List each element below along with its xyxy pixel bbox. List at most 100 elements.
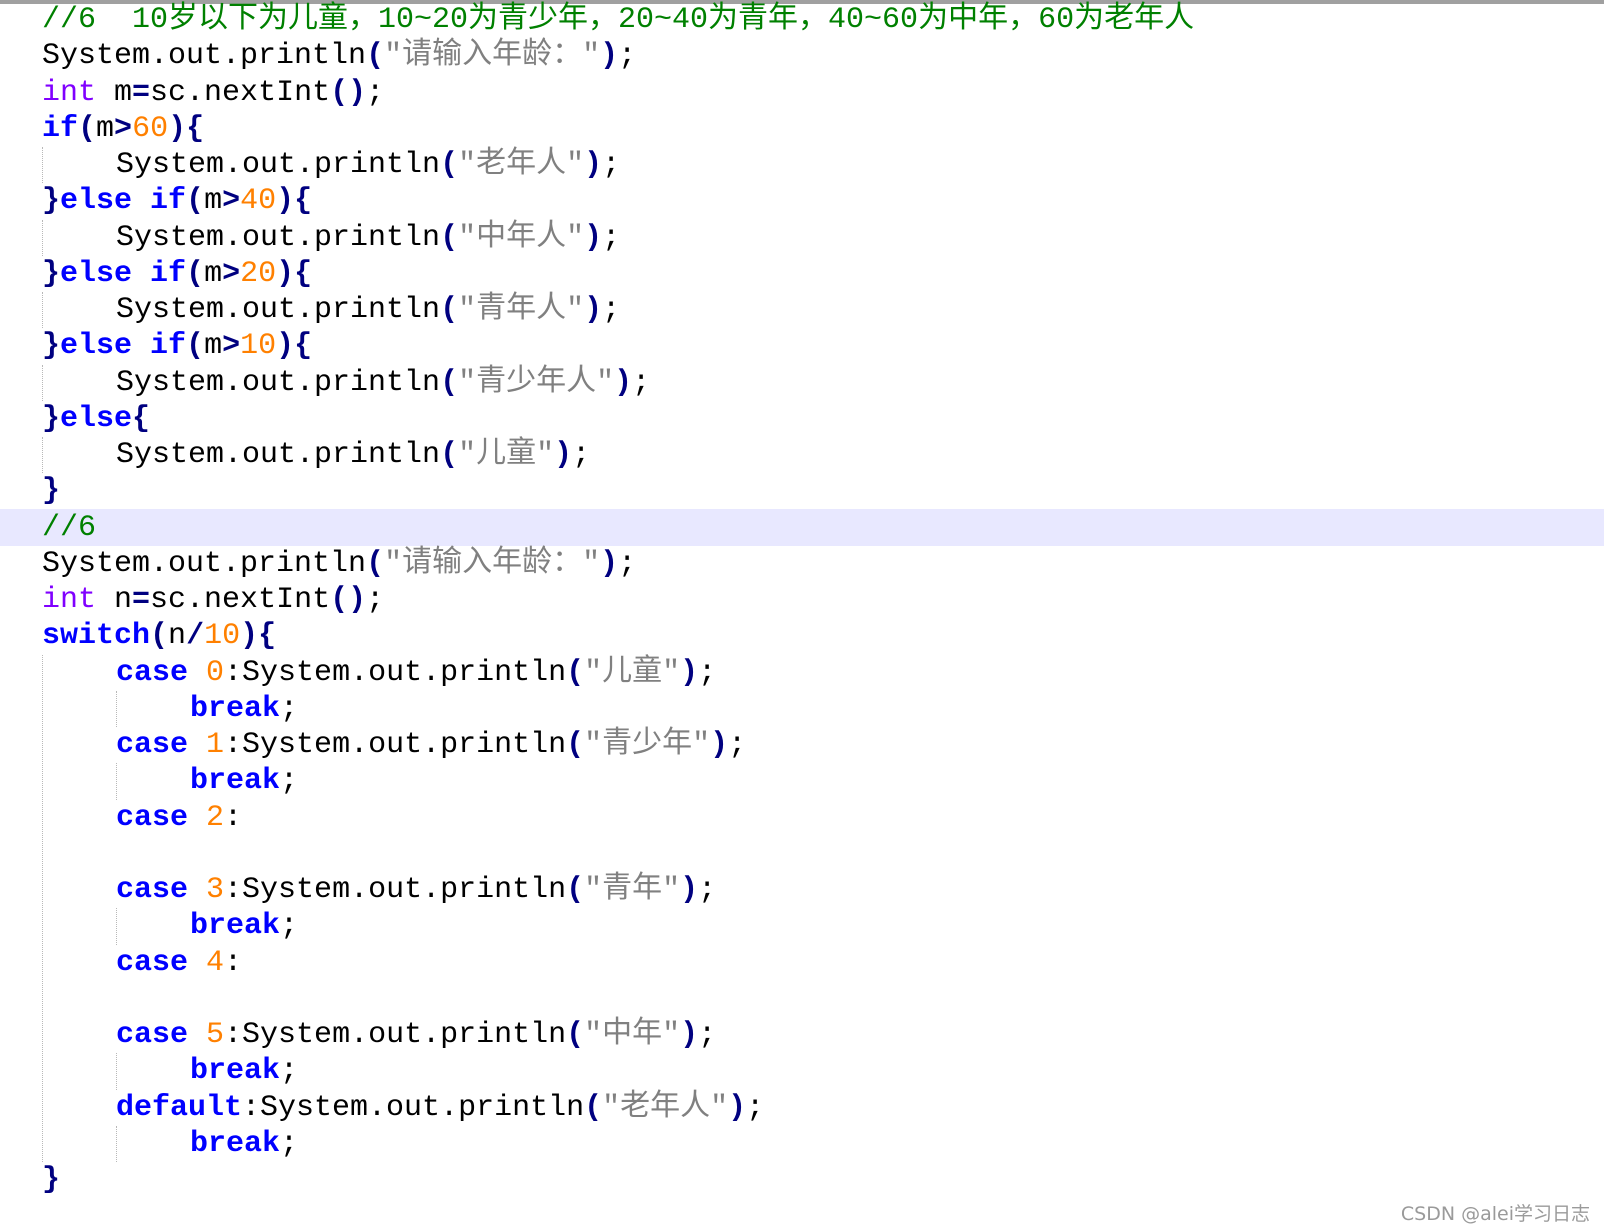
string-token: "老年人" — [458, 148, 585, 182]
code-line[interactable]: }else{ — [42, 401, 150, 438]
code-line[interactable]: } — [42, 1162, 60, 1199]
operator-token: ){ — [276, 256, 313, 291]
operator-token: { — [132, 401, 151, 436]
code-line[interactable]: default:System.out.println("老年人"); — [116, 1090, 764, 1127]
string-token: "请输入年龄：" — [384, 546, 601, 581]
code-line[interactable]: }else if(m>20){ — [42, 256, 312, 293]
code-token: System.out.println — [116, 148, 441, 182]
operator-token: ( — [186, 329, 205, 364]
code-line[interactable]: //6 10岁以下为儿童，10~20为青少年，20~40为青年，40~60为中年… — [42, 2, 1194, 39]
code-token: ; — [602, 220, 621, 255]
string-token: "老年人" — [602, 1090, 729, 1125]
code-line[interactable]: break; — [190, 908, 298, 945]
operator-token: ( — [366, 546, 385, 581]
operator-token: ){ — [276, 329, 313, 364]
keyword-token: break — [190, 691, 281, 726]
code-token: ; — [280, 1126, 299, 1161]
code-line[interactable]: case 0:System.out.println("儿童"); — [116, 655, 716, 692]
code-line[interactable]: System.out.println("请输入年龄："); — [42, 546, 636, 583]
operator-token: ) — [600, 39, 619, 74]
keyword-token: switch — [42, 619, 151, 654]
operator-token: > — [114, 111, 133, 146]
code-line[interactable]: case 5:System.out.println("中年"); — [116, 1017, 716, 1054]
keyword-token: if — [42, 111, 79, 146]
code-token: :System.out.println — [224, 728, 567, 762]
code-editor[interactable]: //6 10岁以下为儿童，10~20为青少年，20~40为青年，40~60为中年… — [0, 0, 1604, 1232]
indent-guide — [42, 147, 43, 184]
operator-token: ( — [186, 256, 205, 291]
comment-token: //6 10岁以下为儿童，10~20为青少年，20~40为青年，40~60为中年… — [42, 3, 1195, 37]
keyword-token: default — [116, 1090, 243, 1125]
code-token: ; — [366, 75, 385, 110]
keyword-token: else — [60, 401, 133, 436]
code-line[interactable]: case 2: — [116, 800, 242, 837]
string-token: "青少年" — [584, 728, 711, 762]
indent-guide — [42, 437, 43, 474]
code-line[interactable]: System.out.println("中年人"); — [116, 220, 620, 257]
code-line[interactable]: break; — [190, 691, 298, 728]
code-line[interactable]: int m=sc.nextInt(); — [42, 75, 384, 112]
operator-token: ) — [728, 1090, 747, 1125]
operator-token: ) — [614, 365, 633, 400]
code-token: ; — [698, 1018, 717, 1052]
number-token: 1 — [206, 728, 225, 762]
code-line[interactable]: case 3:System.out.println("青年"); — [116, 872, 716, 909]
operator-token: ( — [150, 619, 169, 654]
code-line[interactable]: break; — [190, 1053, 298, 1090]
code-line[interactable]: System.out.println("老年人"); — [116, 147, 620, 184]
code-token: ; — [698, 873, 717, 907]
number-token: 60 — [132, 111, 169, 146]
code-line[interactable]: switch(n/10){ — [42, 618, 276, 655]
code-token: ; — [602, 148, 621, 182]
code-token: :System.out.println — [224, 1018, 567, 1052]
operator-token: ( — [584, 1090, 603, 1125]
code-token: System.out.println — [116, 293, 441, 327]
operator-token: } — [42, 1163, 61, 1197]
string-token: "儿童" — [584, 655, 681, 690]
code-line[interactable]: break; — [190, 1126, 298, 1163]
code-line[interactable]: } — [42, 473, 60, 510]
code-token: ; — [280, 1054, 299, 1089]
code-line[interactable]: case 1:System.out.println("青少年"); — [116, 727, 746, 764]
code-line[interactable]: case 4: — [116, 945, 242, 982]
code-token: ; — [698, 655, 717, 690]
code-token: ; — [618, 546, 637, 581]
code-line[interactable]: System.out.println("儿童"); — [116, 437, 590, 474]
code-line[interactable]: System.out.println("青少年人"); — [116, 365, 650, 402]
keyword-token: else if — [60, 329, 187, 364]
number-token: 2 — [206, 800, 225, 835]
keyword-token: else if — [60, 256, 187, 291]
operator-token: ) — [680, 1018, 699, 1052]
code-token: : — [224, 800, 243, 835]
indent-guide — [42, 219, 43, 256]
string-token: "青年人" — [458, 293, 585, 327]
operator-token: ( — [566, 873, 585, 907]
code-line[interactable]: }else if(m>10){ — [42, 328, 312, 365]
code-token: System.out.println — [42, 39, 367, 74]
number-token: 0 — [206, 655, 225, 690]
code-token: m — [204, 184, 223, 219]
code-line[interactable]: System.out.println("青年人"); — [116, 292, 620, 329]
type-token: int — [42, 75, 97, 110]
code-line[interactable]: int n=sc.nextInt(); — [42, 582, 384, 619]
operator-token: } — [42, 401, 61, 436]
keyword-token: case — [116, 800, 189, 835]
code-token: System.out.println — [116, 438, 441, 472]
code-token: ; — [280, 764, 299, 799]
code-line[interactable]: //6 — [42, 510, 96, 547]
code-line[interactable]: System.out.println("请输入年龄："); — [42, 38, 636, 75]
operator-token: ) — [554, 438, 573, 472]
operator-token: ) — [584, 293, 603, 327]
code-token: n — [96, 583, 133, 617]
code-line[interactable]: if(m>60){ — [42, 111, 204, 148]
code-line[interactable]: }else if(m>40){ — [42, 183, 312, 220]
operator-token: } — [42, 474, 61, 509]
string-token: "中年" — [584, 1018, 681, 1052]
code-line[interactable]: break; — [190, 763, 298, 800]
operator-token: ( — [566, 1018, 585, 1052]
operator-token: () — [330, 583, 367, 617]
indent-guide — [116, 908, 117, 945]
keyword-token: break — [190, 1126, 281, 1161]
number-token: 5 — [206, 1018, 225, 1052]
